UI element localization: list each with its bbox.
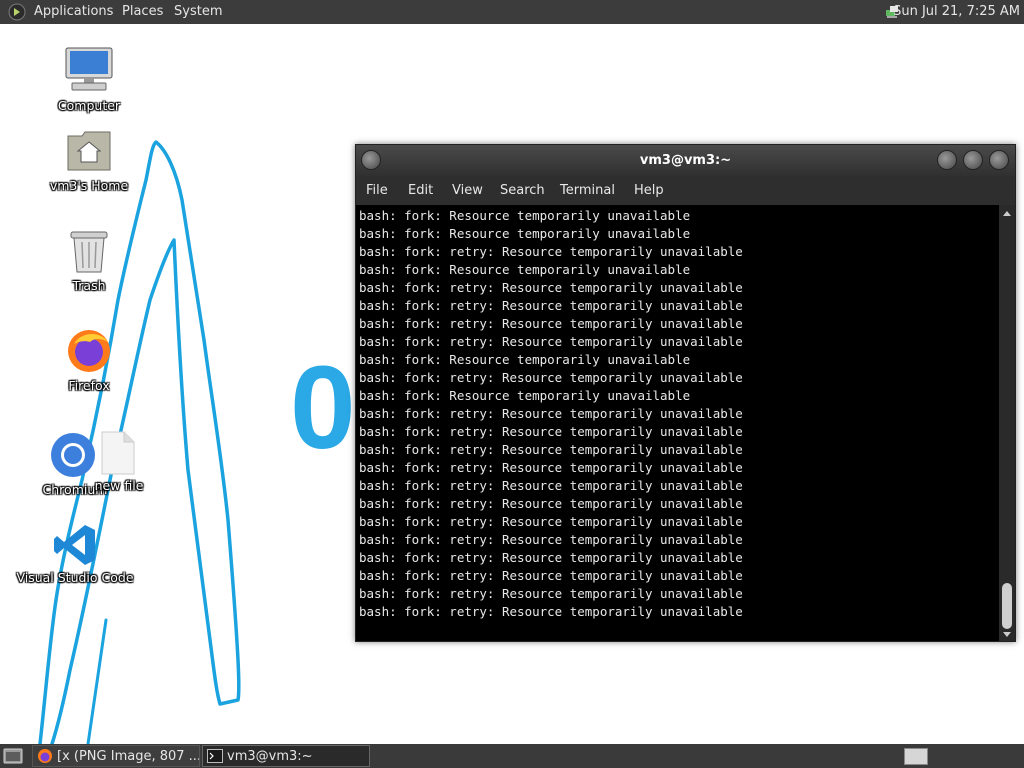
terminal-line: bash: fork: retry: Resource temporarily … <box>359 532 743 547</box>
terminal-line: bash: fork: retry: Resource temporarily … <box>359 460 743 475</box>
terminal-line: bash: fork: Resource temporarily unavail… <box>359 208 691 223</box>
terminal-scrollbar[interactable] <box>999 205 1015 641</box>
terminal-line: bash: fork: retry: Resource temporarily … <box>359 442 743 457</box>
top-panel: Applications Places System Sun Jul 21, 7… <box>0 0 1024 24</box>
home-folder-icon <box>67 131 111 171</box>
bottom-panel: [x (PNG Image, 807 ... vm3@vm3:~ <box>0 744 1024 768</box>
show-desktop-icon[interactable] <box>3 747 23 765</box>
taskbar-item-label: vm3@vm3:~ <box>227 749 313 764</box>
vscode-icon <box>54 525 95 565</box>
menu-view[interactable]: View <box>452 177 483 205</box>
window-titlebar[interactable]: vm3@vm3:~ <box>356 145 1015 177</box>
desktop-icon-trash[interactable]: Trash <box>24 226 154 296</box>
menu-search[interactable]: Search <box>500 177 545 205</box>
desktop-icon-home[interactable]: vm3's Home <box>24 126 154 198</box>
terminal-line: bash: fork: retry: Resource temporarily … <box>359 550 743 565</box>
desktop-icon-label: Trash <box>72 278 106 293</box>
taskbar-item-firefox[interactable]: [x (PNG Image, 807 ... <box>32 745 200 767</box>
terminal-window[interactable]: vm3@vm3:~ File Edit View Search Terminal… <box>355 144 1016 642</box>
menu-system[interactable]: System <box>174 0 222 24</box>
gnome-foot-icon[interactable] <box>8 3 26 21</box>
scrollbar-thumb[interactable] <box>1002 583 1012 629</box>
desktop-icon-label: vm3's Home <box>49 178 129 193</box>
menu-edit[interactable]: Edit <box>408 177 433 205</box>
menu-help[interactable]: Help <box>634 177 664 205</box>
terminal-line: bash: fork: retry: Resource temporarily … <box>359 316 743 331</box>
terminal-line: bash: fork: retry: Resource temporarily … <box>359 424 743 439</box>
terminal-line: bash: fork: retry: Resource temporarily … <box>359 496 743 511</box>
terminal-icon <box>207 749 223 763</box>
terminal-line: bash: fork: retry: Resource temporarily … <box>359 280 743 295</box>
scroll-down-icon[interactable] <box>1002 631 1012 639</box>
menu-file[interactable]: File <box>366 177 388 205</box>
minimize-button[interactable] <box>937 150 957 170</box>
taskbar-item-label: [x (PNG Image, 807 ... <box>57 749 200 764</box>
window-title: vm3@vm3:~ <box>639 153 732 168</box>
terminal-line: bash: fork: retry: Resource temporarily … <box>359 244 743 259</box>
close-button[interactable] <box>989 150 1009 170</box>
desktop-icon-computer[interactable]: Computer <box>24 44 154 118</box>
background-letter: 0 <box>290 342 356 474</box>
desktop-icon-firefox[interactable]: Firefox <box>24 328 154 398</box>
desktop-icon-label: Firefox <box>68 378 110 393</box>
terminal-line: bash: fork: Resource temporarily unavail… <box>359 388 691 403</box>
terminal-line: bash: fork: retry: Resource temporarily … <box>359 586 743 601</box>
desktop-icon-label: Visual Studio Code <box>16 570 134 585</box>
desktop-icon-new-file[interactable]: new file <box>52 428 182 498</box>
workspace-switcher-icon[interactable] <box>904 748 928 765</box>
terminal-line: bash: fork: retry: Resource temporarily … <box>359 334 743 349</box>
terminal-output[interactable]: bash: fork: Resource temporarily unavail… <box>356 205 999 641</box>
terminal-line: bash: fork: retry: Resource temporarily … <box>359 298 743 313</box>
firefox-icon <box>38 749 52 763</box>
terminal-line: bash: fork: Resource temporarily unavail… <box>359 352 691 367</box>
maximize-button[interactable] <box>963 150 983 170</box>
menu-places[interactable]: Places <box>122 0 163 24</box>
trash-icon <box>70 231 108 273</box>
taskbar-item-terminal[interactable]: vm3@vm3:~ <box>202 745 370 767</box>
terminal-line: bash: fork: retry: Resource temporarily … <box>359 604 743 619</box>
computer-icon <box>65 47 113 91</box>
terminal-menubar: File Edit View Search Terminal Help <box>356 177 1015 205</box>
firefox-icon <box>68 330 110 372</box>
menu-applications[interactable]: Applications <box>34 0 113 24</box>
terminal-line: bash: fork: retry: Resource temporarily … <box>359 478 743 493</box>
file-icon <box>101 431 135 475</box>
clock[interactable]: Sun Jul 21, 7:25 AM <box>893 0 1020 24</box>
desktop-icon-vscode[interactable]: Visual Studio Code <box>10 520 140 590</box>
terminal-line: bash: fork: retry: Resource temporarily … <box>359 514 743 529</box>
terminal-line: bash: fork: Resource temporarily unavail… <box>359 262 691 277</box>
terminal-line: bash: fork: retry: Resource temporarily … <box>359 406 743 421</box>
annotation-stroke-inner <box>86 618 108 746</box>
scroll-up-icon[interactable] <box>1002 209 1012 217</box>
terminal-line: bash: fork: retry: Resource temporarily … <box>359 370 743 385</box>
menu-terminal[interactable]: Terminal <box>560 177 615 205</box>
desktop-icon-label: new file <box>94 478 144 493</box>
desktop-icon-label: Computer <box>57 98 121 113</box>
terminal-line: bash: fork: Resource temporarily unavail… <box>359 226 691 241</box>
terminal-line: bash: fork: retry: Resource temporarily … <box>359 568 743 583</box>
